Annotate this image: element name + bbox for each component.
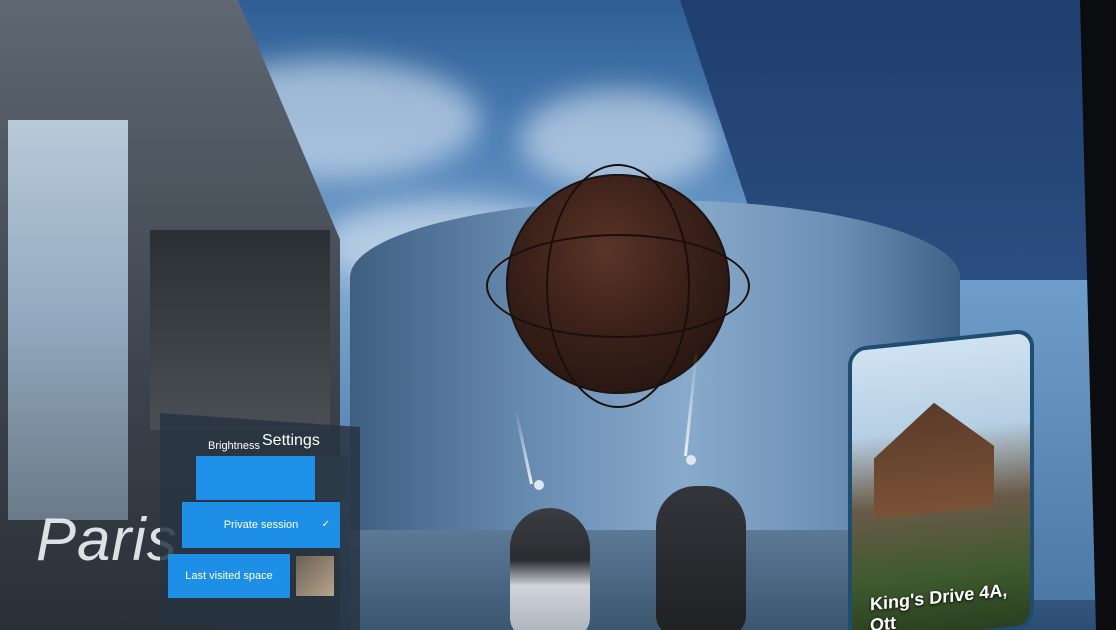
- brightness-slider[interactable]: [196, 456, 348, 500]
- private-session-label: Private session: [223, 519, 299, 531]
- room-window: [8, 120, 128, 520]
- last-visited-label: Last visited space: [185, 570, 273, 582]
- left-pointer-dot: [534, 480, 544, 490]
- check-icon: ✓: [321, 519, 330, 530]
- last-visited-thumbnail[interactable]: [296, 556, 334, 596]
- ball-seam: [486, 234, 750, 338]
- vr-scene: Paris Settings Brightness Private sessio…: [0, 0, 1116, 630]
- right-controller: [656, 486, 746, 630]
- brightness-fill: [196, 456, 315, 500]
- room-title: Paris: [36, 506, 178, 573]
- last-visited-space-button[interactable]: Last visited space: [168, 554, 290, 598]
- left-controller: [510, 508, 590, 630]
- room-kitchen: [150, 230, 330, 430]
- private-session-toggle[interactable]: Private session ✓: [182, 502, 340, 548]
- right-pointer-dot: [686, 455, 696, 465]
- house-image: [874, 396, 994, 519]
- settings-title: Settings: [262, 432, 320, 449]
- brightness-label: Brightness: [208, 440, 260, 452]
